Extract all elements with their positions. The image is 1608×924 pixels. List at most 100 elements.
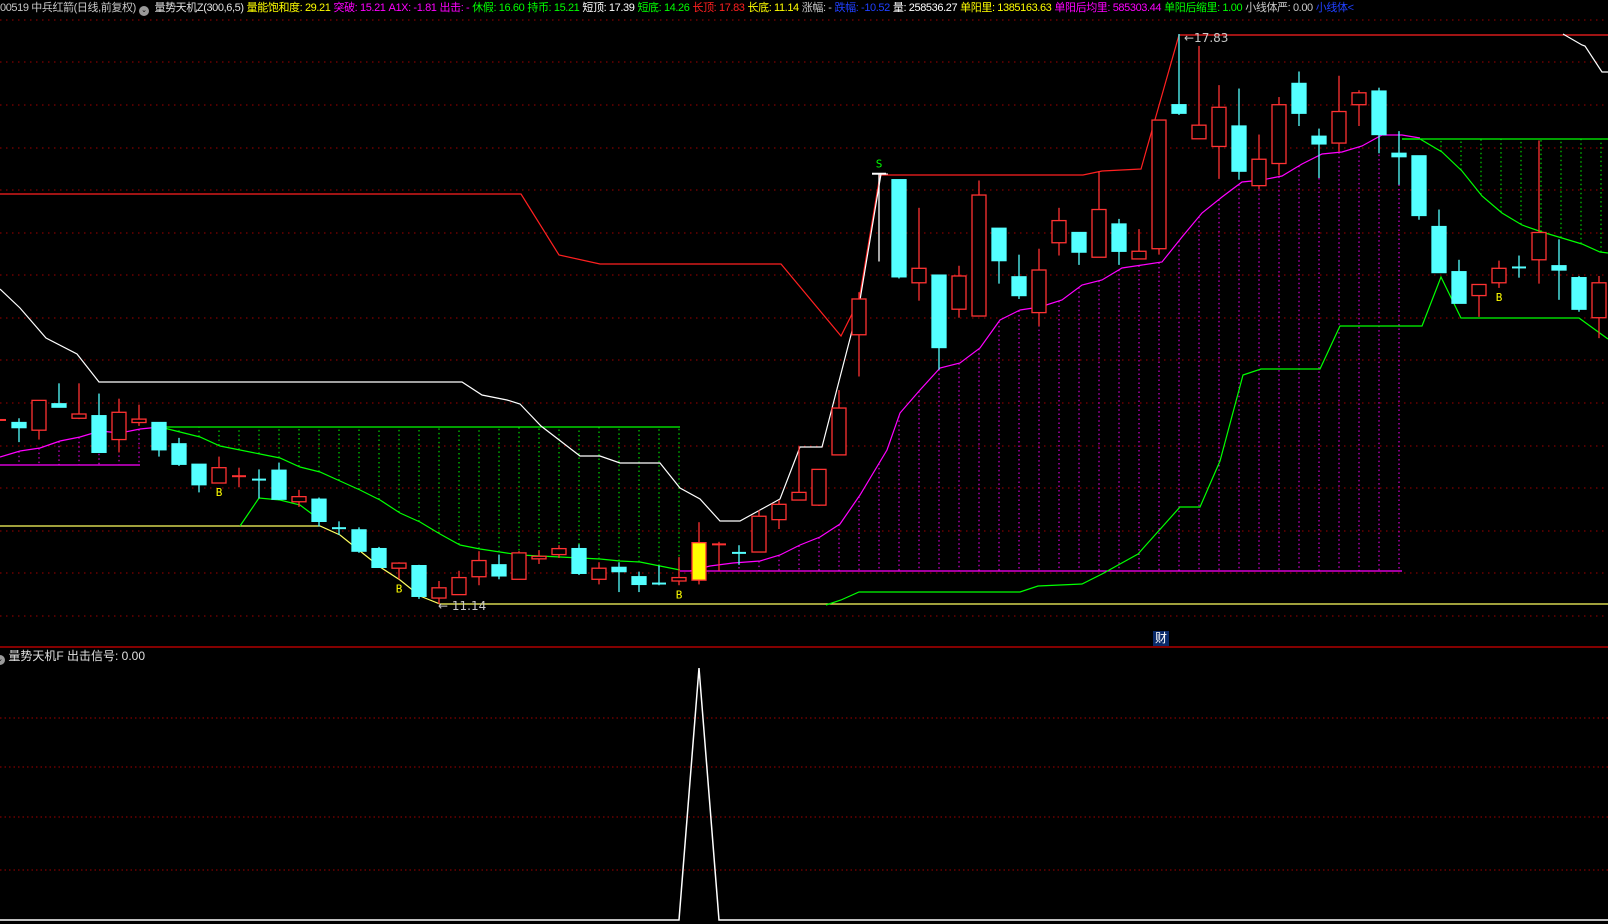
candle-body: [511, 552, 527, 580]
buy-mark: B: [676, 588, 683, 601]
indicator-menu-icon[interactable]: ⌄: [138, 6, 149, 16]
candle: [1011, 254, 1027, 299]
candle: [71, 383, 87, 420]
candle-body: [1031, 269, 1047, 314]
candle-body: [591, 567, 607, 580]
ma-line: [0, 426, 161, 458]
candle-body: [311, 498, 327, 523]
candle-body: [51, 403, 67, 408]
candle: [611, 562, 627, 593]
candle-body: [31, 399, 47, 431]
candle-body: [91, 415, 107, 453]
candle-body: [531, 555, 547, 560]
candle-body: [1191, 124, 1207, 140]
candle: [171, 437, 187, 466]
candle: [1291, 71, 1307, 127]
candle: [491, 554, 507, 580]
header-value: A1X: -1.81: [388, 2, 437, 14]
candle-body: [671, 576, 687, 582]
candle-body: [1411, 155, 1427, 217]
candle-body: [611, 566, 627, 573]
header-bar: 00519 中兵红箭(日线,前复权) ⌄ 量势天机Z(300,6,5) 量能饱和度:…: [0, 0, 1360, 18]
candle: [1411, 155, 1427, 220]
header-value: 小线体<: [1315, 2, 1354, 14]
candle-body: [1311, 135, 1327, 145]
candle: [1171, 34, 1187, 115]
candle: [591, 562, 607, 585]
candle: [232, 467, 246, 488]
indicator-menu-icon[interactable]: ⌄: [0, 655, 5, 665]
candle: [1491, 260, 1507, 288]
resistance-line: [0, 34, 1608, 338]
candle: [771, 500, 787, 530]
candle: [1251, 134, 1267, 190]
candle-body: [1351, 92, 1367, 106]
header-value: 持币: 15.21: [527, 2, 580, 14]
candle-body: [551, 547, 567, 556]
header-value: 出击: -: [439, 2, 470, 14]
green-ma-line: [159, 426, 681, 571]
candle: [191, 463, 207, 493]
candle-body: [691, 542, 707, 581]
candle-body: [911, 267, 927, 284]
stock-title: 00519 中兵红箭(日线,前复权): [0, 2, 136, 14]
candle-body: [1211, 106, 1227, 148]
candle: [511, 551, 527, 580]
header-value: 长顶: 17.83: [692, 2, 745, 14]
candle-body: [1011, 276, 1027, 297]
indicator-name[interactable]: 量势天机Z(300,6,5): [154, 2, 244, 14]
candle-body: [1551, 265, 1567, 271]
candle: [1091, 171, 1107, 258]
candle: [1371, 87, 1387, 154]
candle-body: [631, 576, 647, 586]
header-value: 单阳后缩里: 1.00: [1164, 2, 1243, 14]
candle-body: [1571, 277, 1587, 310]
header-value: 突破: 15.21: [333, 2, 386, 14]
header-values: 量能饱和度: 29.21 突破: 15.21 A1X: -1.81 出击: - 休假: …: [247, 2, 1357, 14]
candle: [652, 565, 666, 586]
lower-panel-title[interactable]: 量势天机F 出击信号: 0.00: [8, 649, 145, 663]
candle-body: [1131, 250, 1147, 260]
candle-body: [951, 275, 967, 310]
candle-body: [1111, 223, 1127, 252]
candle: [11, 418, 27, 443]
candle-body: [1231, 125, 1247, 172]
candle: [951, 265, 967, 318]
candle-body: [1171, 104, 1187, 114]
candle: [371, 546, 387, 569]
header-value: 涨幅: -: [801, 2, 832, 14]
header-value: 量: 258536.27: [892, 2, 958, 14]
header-value: 长底: 11.14: [747, 2, 800, 14]
candle: [1571, 275, 1587, 312]
candle: [0, 418, 6, 421]
kline-chart[interactable]: B B B B S ←17.83 ← 11.14: [0, 0, 1608, 924]
candle: [1051, 207, 1067, 256]
candle-body: [11, 421, 27, 429]
buy-mark: B: [216, 486, 223, 499]
candle: [1031, 248, 1047, 327]
finance-badge[interactable]: 财: [1153, 631, 1170, 646]
candle-body: [1151, 119, 1167, 250]
candle: [91, 393, 107, 453]
header-value: 量能饱和度: 29.21: [246, 2, 331, 14]
candle-body: [371, 547, 387, 569]
candle-body: [151, 421, 167, 451]
candle-body: [751, 515, 767, 553]
white-trend-line: [0, 173, 882, 522]
candle: [1331, 75, 1347, 152]
candle-body: [1491, 267, 1507, 284]
candle: [791, 446, 807, 501]
candle: [991, 227, 1007, 284]
candle: [531, 550, 547, 564]
candle-body: [1291, 82, 1307, 114]
candle: [51, 383, 67, 408]
candle: [111, 398, 127, 453]
header-value: 单阳后均里: 585303.44: [1054, 2, 1162, 14]
candle-body: [191, 463, 207, 486]
candle-body: [811, 468, 827, 506]
candle-body: [111, 411, 127, 441]
candle: [1071, 231, 1087, 265]
candle: [1471, 283, 1487, 317]
candle-body: [1071, 231, 1087, 253]
candle: [911, 207, 927, 301]
